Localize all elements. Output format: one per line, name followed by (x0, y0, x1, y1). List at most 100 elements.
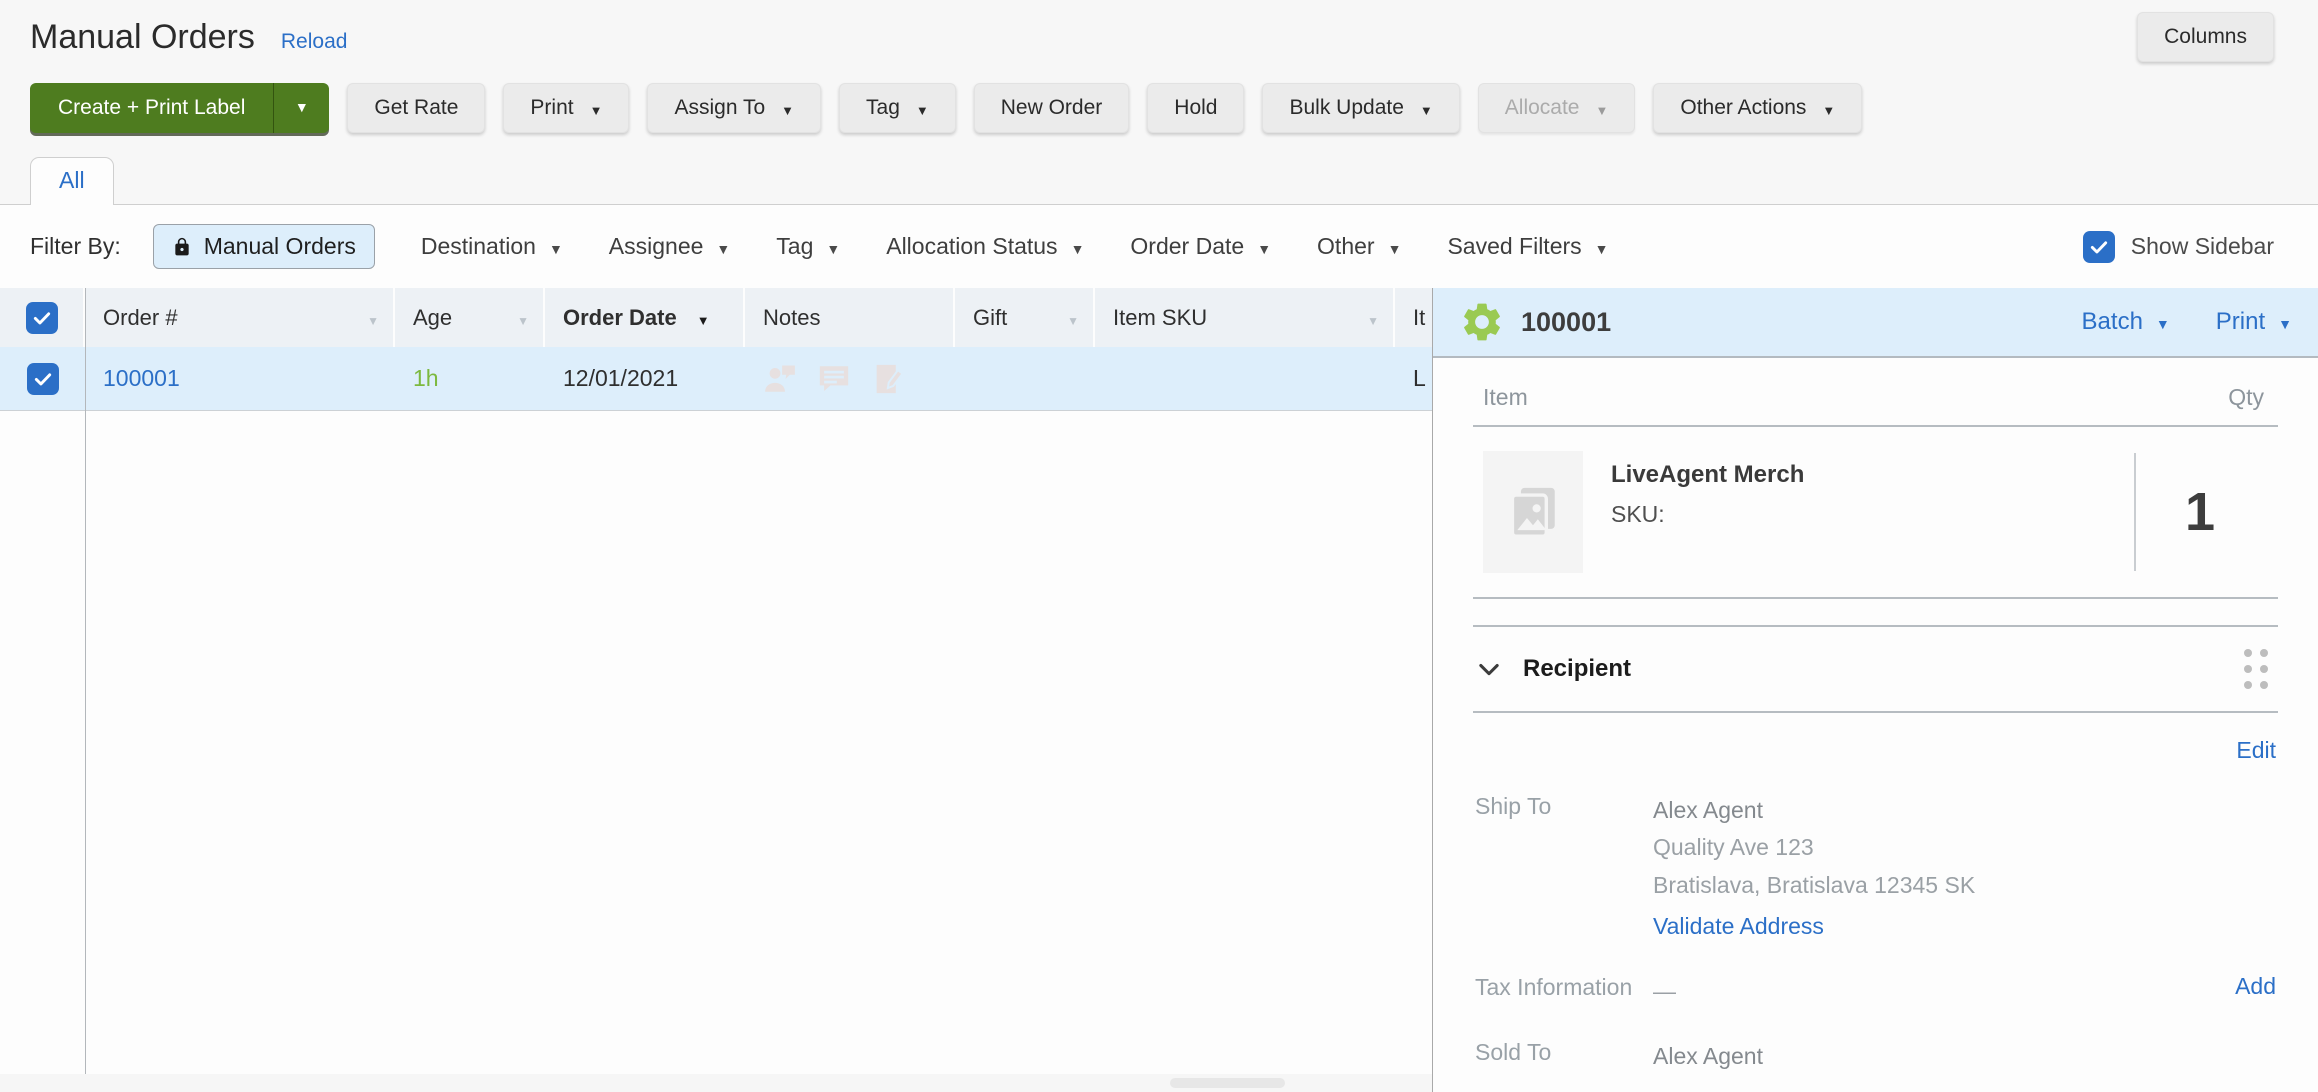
edit-recipient-link[interactable]: Edit (2236, 737, 2276, 763)
caret-down-icon (549, 235, 563, 258)
create-print-label-button[interactable]: Create + Print Label (30, 83, 329, 133)
check-icon (33, 369, 53, 389)
other-actions-button[interactable]: Other Actions (1653, 83, 1862, 133)
sidebar-header: 100001 Batch Print (1433, 288, 2318, 358)
filter-assignee[interactable]: Assignee (609, 233, 730, 260)
notes-cell (745, 347, 955, 410)
recipient-section-title: Recipient (1523, 655, 1631, 683)
column-header-item-name[interactable]: It (1395, 288, 1432, 347)
assign-note-icon[interactable] (763, 362, 797, 396)
qty-column-header: Qty (2228, 384, 2264, 411)
item-image-placeholder (1483, 451, 1583, 573)
sort-arrow-icon (697, 307, 710, 329)
order-detail-sidebar: 100001 Batch Print Item Qty (1432, 288, 2318, 1092)
create-print-label-dropdown[interactable] (273, 83, 329, 133)
photo-icon (1504, 483, 1562, 541)
age-cell: 1h (395, 347, 545, 410)
tab-all[interactable]: All (30, 157, 114, 205)
order-date-cell: 12/01/2021 (545, 347, 745, 410)
batch-dropdown[interactable]: Batch (2082, 308, 2170, 336)
sidebar-order-number: 100001 (1521, 307, 1611, 338)
caret-down-icon (2156, 310, 2170, 334)
sort-arrow-icon (367, 307, 379, 329)
column-header-order-date[interactable]: Order Date (545, 288, 745, 347)
validate-address-link[interactable]: Validate Address (1653, 913, 1824, 939)
get-rate-button[interactable]: Get Rate (347, 83, 485, 133)
row-checkbox[interactable] (27, 363, 59, 395)
filter-bar: Filter By: Manual Orders Destination Ass… (0, 205, 2318, 288)
filter-saved-filters[interactable]: Saved Filters (1447, 233, 1608, 260)
hold-button[interactable]: Hold (1147, 83, 1244, 133)
column-header-item-sku[interactable]: Item SKU (1095, 288, 1395, 347)
select-all-cell (0, 288, 85, 347)
scrollbar-thumb[interactable] (1170, 1078, 1285, 1088)
chevron-down-icon[interactable] (1475, 655, 1503, 683)
caret-down-icon (1595, 235, 1609, 258)
caret-down-icon (1257, 235, 1271, 258)
table-header-row: Order # Age Order Date Notes Gift Item S… (0, 288, 1432, 347)
gear-icon (1459, 299, 1505, 345)
print-dropdown[interactable]: Print (2216, 308, 2292, 336)
ship-to-address: Quality Ave 123 (1653, 829, 1975, 866)
caret-down-icon (295, 100, 309, 116)
caret-down-icon (1388, 235, 1402, 258)
filter-by-label: Filter By: (30, 233, 121, 260)
column-header-gift[interactable]: Gift (955, 288, 1095, 347)
horizontal-scrollbar[interactable] (0, 1074, 1432, 1092)
sku-label: SKU: (1611, 501, 1665, 528)
ship-to-name: Alex Agent (1653, 792, 1975, 829)
table-row[interactable]: 100001 1h 12/01/2021 L (0, 347, 1432, 411)
check-icon (2089, 237, 2109, 257)
bulk-update-button[interactable]: Bulk Update (1262, 83, 1459, 133)
table-empty-area (0, 411, 1432, 1074)
page-title: Manual Orders (30, 18, 255, 57)
ship-to-city: Bratislava, Bratislava 12345 SK (1653, 867, 1975, 904)
caret-down-icon (1595, 98, 1608, 119)
show-sidebar-checkbox[interactable] (2083, 231, 2115, 263)
order-number-cell: 100001 (85, 347, 395, 410)
caret-down-icon (1420, 98, 1433, 119)
caret-down-icon (826, 235, 840, 258)
create-print-label-label[interactable]: Create + Print Label (30, 83, 273, 133)
filter-destination[interactable]: Destination (421, 233, 563, 260)
new-order-button[interactable]: New Order (974, 83, 1130, 133)
sort-arrow-icon (1067, 307, 1079, 329)
sort-arrow-icon (517, 307, 529, 329)
sold-to-label: Sold To (1475, 1038, 1653, 1067)
filter-allocation-status[interactable]: Allocation Status (886, 233, 1084, 260)
allocate-button: Allocate (1478, 83, 1636, 133)
select-all-checkbox[interactable] (26, 302, 58, 334)
drag-handle-icon[interactable] (2244, 649, 2268, 689)
toolbar: Create + Print Label Get Rate Print Assi… (0, 57, 2318, 133)
gift-cell (955, 347, 1095, 410)
column-header-notes[interactable]: Notes (745, 288, 955, 347)
filter-other[interactable]: Other (1317, 233, 1401, 260)
tag-button[interactable]: Tag (839, 83, 956, 133)
caret-down-icon (590, 98, 603, 119)
check-icon (32, 308, 52, 328)
caret-down-icon (781, 98, 794, 119)
filter-tag[interactable]: Tag (776, 233, 840, 260)
column-header-order-number[interactable]: Order # (85, 288, 395, 347)
show-sidebar-toggle[interactable]: Show Sidebar (2083, 231, 2274, 263)
item-qty: 1 (2136, 481, 2264, 543)
note-to-buyer-icon[interactable] (871, 362, 905, 396)
add-tax-information-link[interactable]: Add (2235, 973, 2276, 999)
ship-to-row: Ship To Alex Agent Quality Ave 123 Brati… (1473, 778, 2278, 959)
sold-to-name: Alex Agent (1653, 1043, 1763, 1069)
frozen-column-divider (85, 288, 86, 1074)
print-button[interactable]: Print (503, 83, 629, 133)
locked-filter-manual-orders[interactable]: Manual Orders (153, 224, 375, 269)
show-sidebar-label: Show Sidebar (2131, 233, 2274, 260)
order-number-link[interactable]: 100001 (103, 365, 180, 392)
lock-icon (172, 236, 192, 258)
filter-order-date[interactable]: Order Date (1130, 233, 1271, 260)
column-header-age[interactable]: Age (395, 288, 545, 347)
tax-information-row: Tax Information — Add (1473, 959, 2278, 1024)
internal-note-icon[interactable] (817, 362, 851, 396)
tax-information-label: Tax Information (1475, 973, 1653, 1002)
reload-link[interactable]: Reload (281, 30, 348, 54)
sold-to-row: Sold To Alex Agent (1473, 1024, 2278, 1089)
assign-to-button[interactable]: Assign To (647, 83, 821, 133)
columns-button[interactable]: Columns (2137, 12, 2274, 62)
